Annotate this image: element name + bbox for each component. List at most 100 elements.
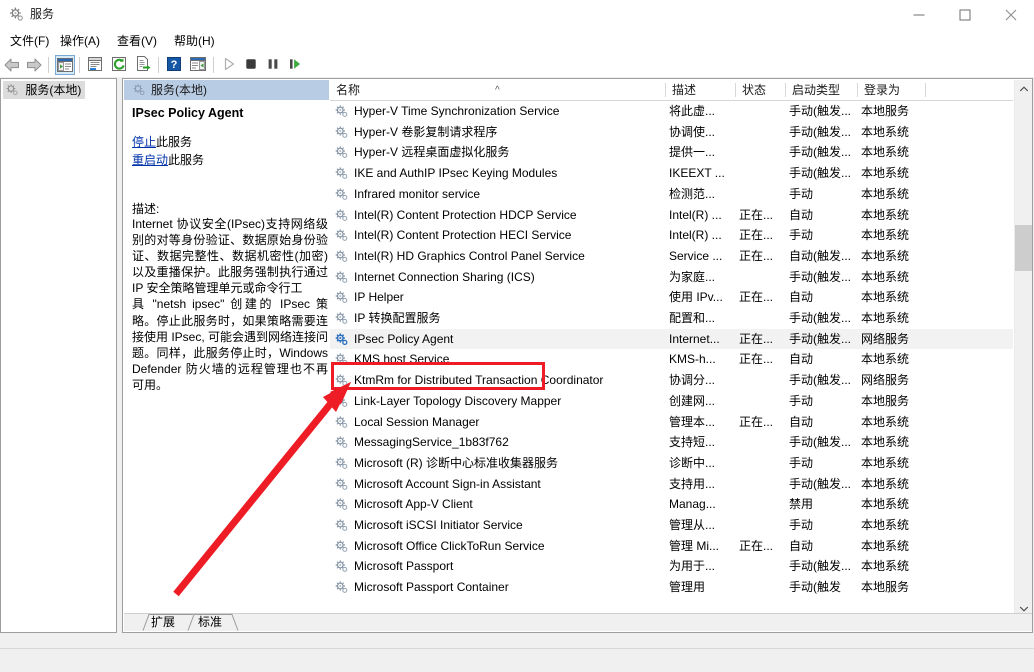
- close-button[interactable]: [988, 0, 1034, 30]
- tab-standard-label: 标准: [198, 614, 222, 631]
- pause-icon: [264, 55, 282, 73]
- column-name[interactable]: 名称 ^: [330, 80, 665, 100]
- table-row[interactable]: KtmRm for Distributed Transaction Coordi…: [330, 370, 1013, 391]
- restart-service-link[interactable]: 重启动: [132, 153, 168, 167]
- cell-desc: Service ...: [669, 246, 731, 267]
- scroll-up-button[interactable]: [1015, 80, 1032, 97]
- table-row[interactable]: Link-Layer Topology Discovery Mapper创建网.…: [330, 391, 1013, 412]
- show-action-pane-button[interactable]: [189, 55, 209, 75]
- cell-desc: Internet...: [669, 329, 731, 350]
- cell-state: 正在...: [739, 246, 783, 267]
- cell-startup: 手动(触发...: [789, 163, 857, 184]
- services-gear-icon: [8, 6, 25, 23]
- table-row[interactable]: Microsoft Passport为用于...手动(触发...本地系统: [330, 556, 1013, 577]
- cell-desc: 将此虚...: [669, 101, 731, 122]
- cell-startup: 手动(触发...: [789, 267, 857, 288]
- menu-action[interactable]: 操作(A): [56, 33, 104, 50]
- stop-service-link-row: 停止此服务: [132, 133, 192, 150]
- forward-button[interactable]: [24, 55, 44, 75]
- selected-service-title: IPsec Policy Agent: [132, 106, 243, 120]
- column-logon-as[interactable]: 登录为: [858, 80, 925, 100]
- cell-logon: 本地系统: [861, 494, 933, 515]
- cell-startup: 自动: [789, 287, 857, 308]
- tree-pane-icon: [56, 56, 74, 74]
- table-row[interactable]: Hyper-V 远程桌面虚拟化服务提供一...手动(触发...本地系统: [330, 142, 1013, 163]
- table-row[interactable]: Intel(R) Content Protection HDCP Service…: [330, 205, 1013, 226]
- minimize-button[interactable]: [896, 0, 942, 30]
- table-row[interactable]: MessagingService_1b83f762支持短...手动(触发...本…: [330, 432, 1013, 453]
- cell-startup: 手动(触发...: [789, 329, 857, 350]
- cell-startup: 手动(触发...: [789, 142, 857, 163]
- menu-file[interactable]: 文件(F): [6, 33, 53, 50]
- column-status[interactable]: 状态: [736, 80, 785, 100]
- cell-logon: 本地系统: [861, 515, 933, 536]
- cell-logon: 本地系统: [861, 432, 933, 453]
- table-row[interactable]: KMS host ServiceKMS-h...正在...自动本地系统: [330, 349, 1013, 370]
- cell-state: [739, 267, 783, 288]
- cell-name: Hyper-V 远程桌面虚拟化服务: [354, 142, 684, 163]
- svg-text:?: ?: [171, 59, 178, 71]
- restart-service-button[interactable]: [286, 55, 306, 75]
- menu-view[interactable]: 查看(V): [113, 33, 161, 50]
- table-row[interactable]: Microsoft Account Sign-in Assistant支持用..…: [330, 474, 1013, 495]
- export-list-button[interactable]: [134, 55, 154, 75]
- tree-item-services-local[interactable]: 服务(本地): [3, 81, 85, 99]
- table-row[interactable]: Infrared monitor service检测范...手动本地系统: [330, 184, 1013, 205]
- table-row[interactable]: Internet Connection Sharing (ICS)为家庭...手…: [330, 267, 1013, 288]
- scroll-thumb[interactable]: [1015, 225, 1032, 271]
- column-separator[interactable]: [925, 83, 926, 97]
- table-row[interactable]: IP Helper使用 IPv...正在...自动本地系统: [330, 287, 1013, 308]
- list-vertical-scrollbar[interactable]: [1014, 80, 1032, 617]
- service-gear-icon: [334, 456, 349, 471]
- refresh-button[interactable]: [110, 55, 130, 75]
- content-pane: 服务(本地) IPsec Policy Agent 停止此服务 重启动此服务 描…: [122, 78, 1033, 633]
- help-question-icon: ?: [165, 55, 183, 73]
- table-row[interactable]: Microsoft (R) 诊断中心标准收集器服务诊断中...手动本地系统: [330, 453, 1013, 474]
- table-row[interactable]: Intel(R) HD Graphics Control Panel Servi…: [330, 246, 1013, 267]
- table-row[interactable]: Microsoft Office ClickToRun Service管理 Mi…: [330, 536, 1013, 557]
- table-row[interactable]: Hyper-V 卷影复制请求程序协调使...手动(触发...本地系统: [330, 122, 1013, 143]
- stop-icon: [242, 55, 260, 73]
- table-row[interactable]: Hyper-V Time Synchronization Service将此虚.…: [330, 101, 1013, 122]
- tab-standard[interactable]: 标准: [187, 614, 235, 631]
- stop-service-button[interactable]: [242, 55, 262, 75]
- cell-logon: 本地系统: [861, 308, 933, 329]
- maximize-button[interactable]: [942, 0, 988, 30]
- help-button[interactable]: ?: [165, 55, 185, 75]
- cell-startup: 自动: [789, 412, 857, 433]
- cell-desc: 支持用...: [669, 474, 731, 495]
- stop-service-link[interactable]: 停止: [132, 135, 156, 149]
- cell-logon: 本地服务: [861, 391, 933, 412]
- table-row[interactable]: IP 转换配置服务配置和...手动(触发...本地系统: [330, 308, 1013, 329]
- table-row[interactable]: Microsoft iSCSI Initiator Service管理从...手…: [330, 515, 1013, 536]
- cell-startup: 手动: [789, 184, 857, 205]
- table-row[interactable]: IPsec Policy AgentInternet...正在...手动(触发.…: [330, 329, 1013, 350]
- back-button[interactable]: [2, 55, 22, 75]
- table-row[interactable]: Microsoft Passport Container管理用手动(触发本地服务: [330, 577, 1013, 598]
- show-hide-tree-button[interactable]: [55, 55, 75, 75]
- cell-startup: 手动(触发...: [789, 122, 857, 143]
- details-header-label: 服务(本地): [151, 82, 207, 98]
- arrow-right-icon: [24, 55, 44, 75]
- cell-logon: 本地系统: [861, 536, 933, 557]
- cell-name: Microsoft Passport: [354, 556, 684, 577]
- menu-help[interactable]: 帮助(H): [170, 33, 219, 50]
- pause-service-button[interactable]: [264, 55, 284, 75]
- cell-state: [739, 577, 783, 598]
- cell-logon: 本地系统: [861, 205, 933, 226]
- cell-name: Intel(R) Content Protection HDCP Service: [354, 205, 684, 226]
- start-service-button[interactable]: [220, 55, 240, 75]
- cell-name: Microsoft Account Sign-in Assistant: [354, 474, 684, 495]
- table-row[interactable]: IKE and AuthIP IPsec Keying ModulesIKEEX…: [330, 163, 1013, 184]
- properties-button[interactable]: [86, 55, 106, 75]
- cell-desc: Intel(R) ...: [669, 225, 731, 246]
- table-row[interactable]: Local Session Manager管理本...正在...自动本地系统: [330, 412, 1013, 433]
- column-startup-type[interactable]: 启动类型: [786, 80, 857, 100]
- service-gear-icon: [334, 166, 349, 181]
- table-row[interactable]: Intel(R) Content Protection HECI Service…: [330, 225, 1013, 246]
- tab-extended[interactable]: 扩展: [142, 614, 190, 631]
- table-row[interactable]: Microsoft App-V ClientManag...禁用本地系统: [330, 494, 1013, 515]
- column-description[interactable]: 描述: [666, 80, 735, 100]
- cell-desc: 为家庭...: [669, 267, 731, 288]
- cell-state: [739, 122, 783, 143]
